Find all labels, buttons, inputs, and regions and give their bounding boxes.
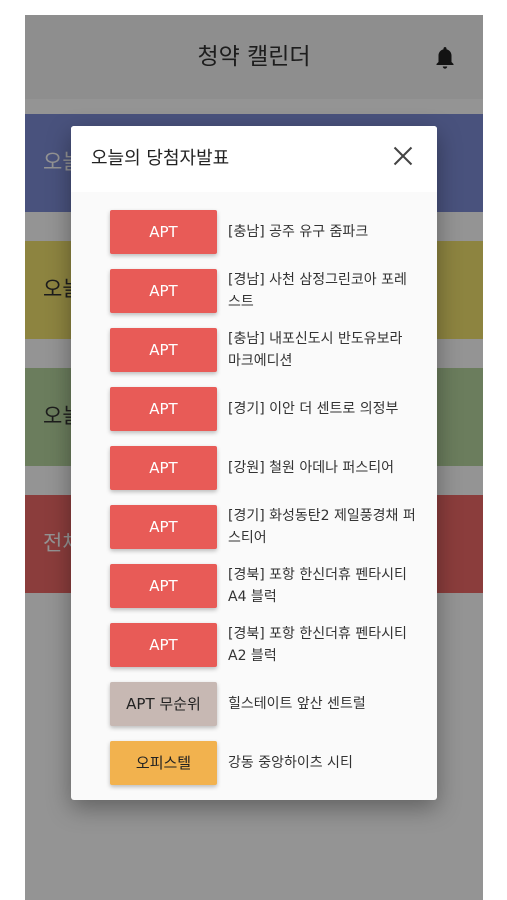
complex-name: [강원] 철원 아데나 퍼스티어 <box>228 460 394 476</box>
list-item[interactable]: 오피스텔 강동 중앙하이츠 시티 <box>71 723 437 785</box>
list-item[interactable]: APT [경북] 포항 한신더휴 펜타시티 A4 블럭 <box>71 546 437 608</box>
list-item[interactable]: APT [경북] 포항 한신더휴 펜타시티 A2 블럭 <box>71 605 437 667</box>
complex-name: [경기] 이안 더 센트로 의정부 <box>228 401 399 417</box>
list-item[interactable]: APT [충남] 공주 유구 줌파크 <box>71 192 437 254</box>
list-item[interactable]: APT [강원] 철원 아데나 퍼스티어 <box>71 428 437 490</box>
list-item[interactable]: APT 무순위 힐스테이트 앞산 센트럴 <box>71 664 437 726</box>
type-badge: APT <box>110 505 217 549</box>
list-item[interactable]: APT [경기] 이안 더 센트로 의정부 <box>71 369 437 431</box>
type-badge: APT <box>110 387 217 431</box>
complex-name: [경남] 사천 삼정그린코아 포레스트 <box>228 272 407 310</box>
dialog-header: 오늘의 당첨자발표 <box>71 126 437 192</box>
complex-name: 강동 중앙하이츠 시티 <box>228 755 353 771</box>
list-item[interactable]: APT [경기] 화성동탄2 제일풍경채 퍼스티어 <box>71 487 437 549</box>
complex-name: [충남] 공주 유구 줌파크 <box>228 224 369 240</box>
type-badge: APT <box>110 210 217 254</box>
type-badge: APT <box>110 623 217 667</box>
list-item[interactable]: APT [경남] 사천 삼정그린코아 포레스트 <box>71 251 437 313</box>
type-badge: APT <box>110 446 217 490</box>
winners-dialog: 오늘의 당첨자발표 APT [충남] 공주 유구 줌파크 APT [경남] 사천… <box>71 126 437 800</box>
complex-name: [경북] 포항 한신더휴 펜타시티 A2 블럭 <box>228 626 407 664</box>
type-badge: APT <box>110 564 217 608</box>
complex-name: [경북] 포항 한신더휴 펜타시티 A4 블럭 <box>228 567 407 605</box>
complex-name: 힐스테이트 앞산 센트럴 <box>228 696 366 712</box>
type-badge: APT <box>110 328 217 372</box>
list-item[interactable]: APT [충남] 내포신도시 반도유보라 마크에디션 <box>71 310 437 372</box>
complex-name: [충남] 내포신도시 반도유보라 마크에디션 <box>228 331 403 369</box>
type-badge: APT 무순위 <box>110 682 217 726</box>
complex-name: [경기] 화성동탄2 제일풍경채 퍼스티어 <box>228 508 416 546</box>
type-badge: APT <box>110 269 217 313</box>
dialog-title: 오늘의 당첨자발표 <box>91 148 230 169</box>
type-badge: 오피스텔 <box>110 741 217 785</box>
close-icon[interactable] <box>393 146 413 166</box>
